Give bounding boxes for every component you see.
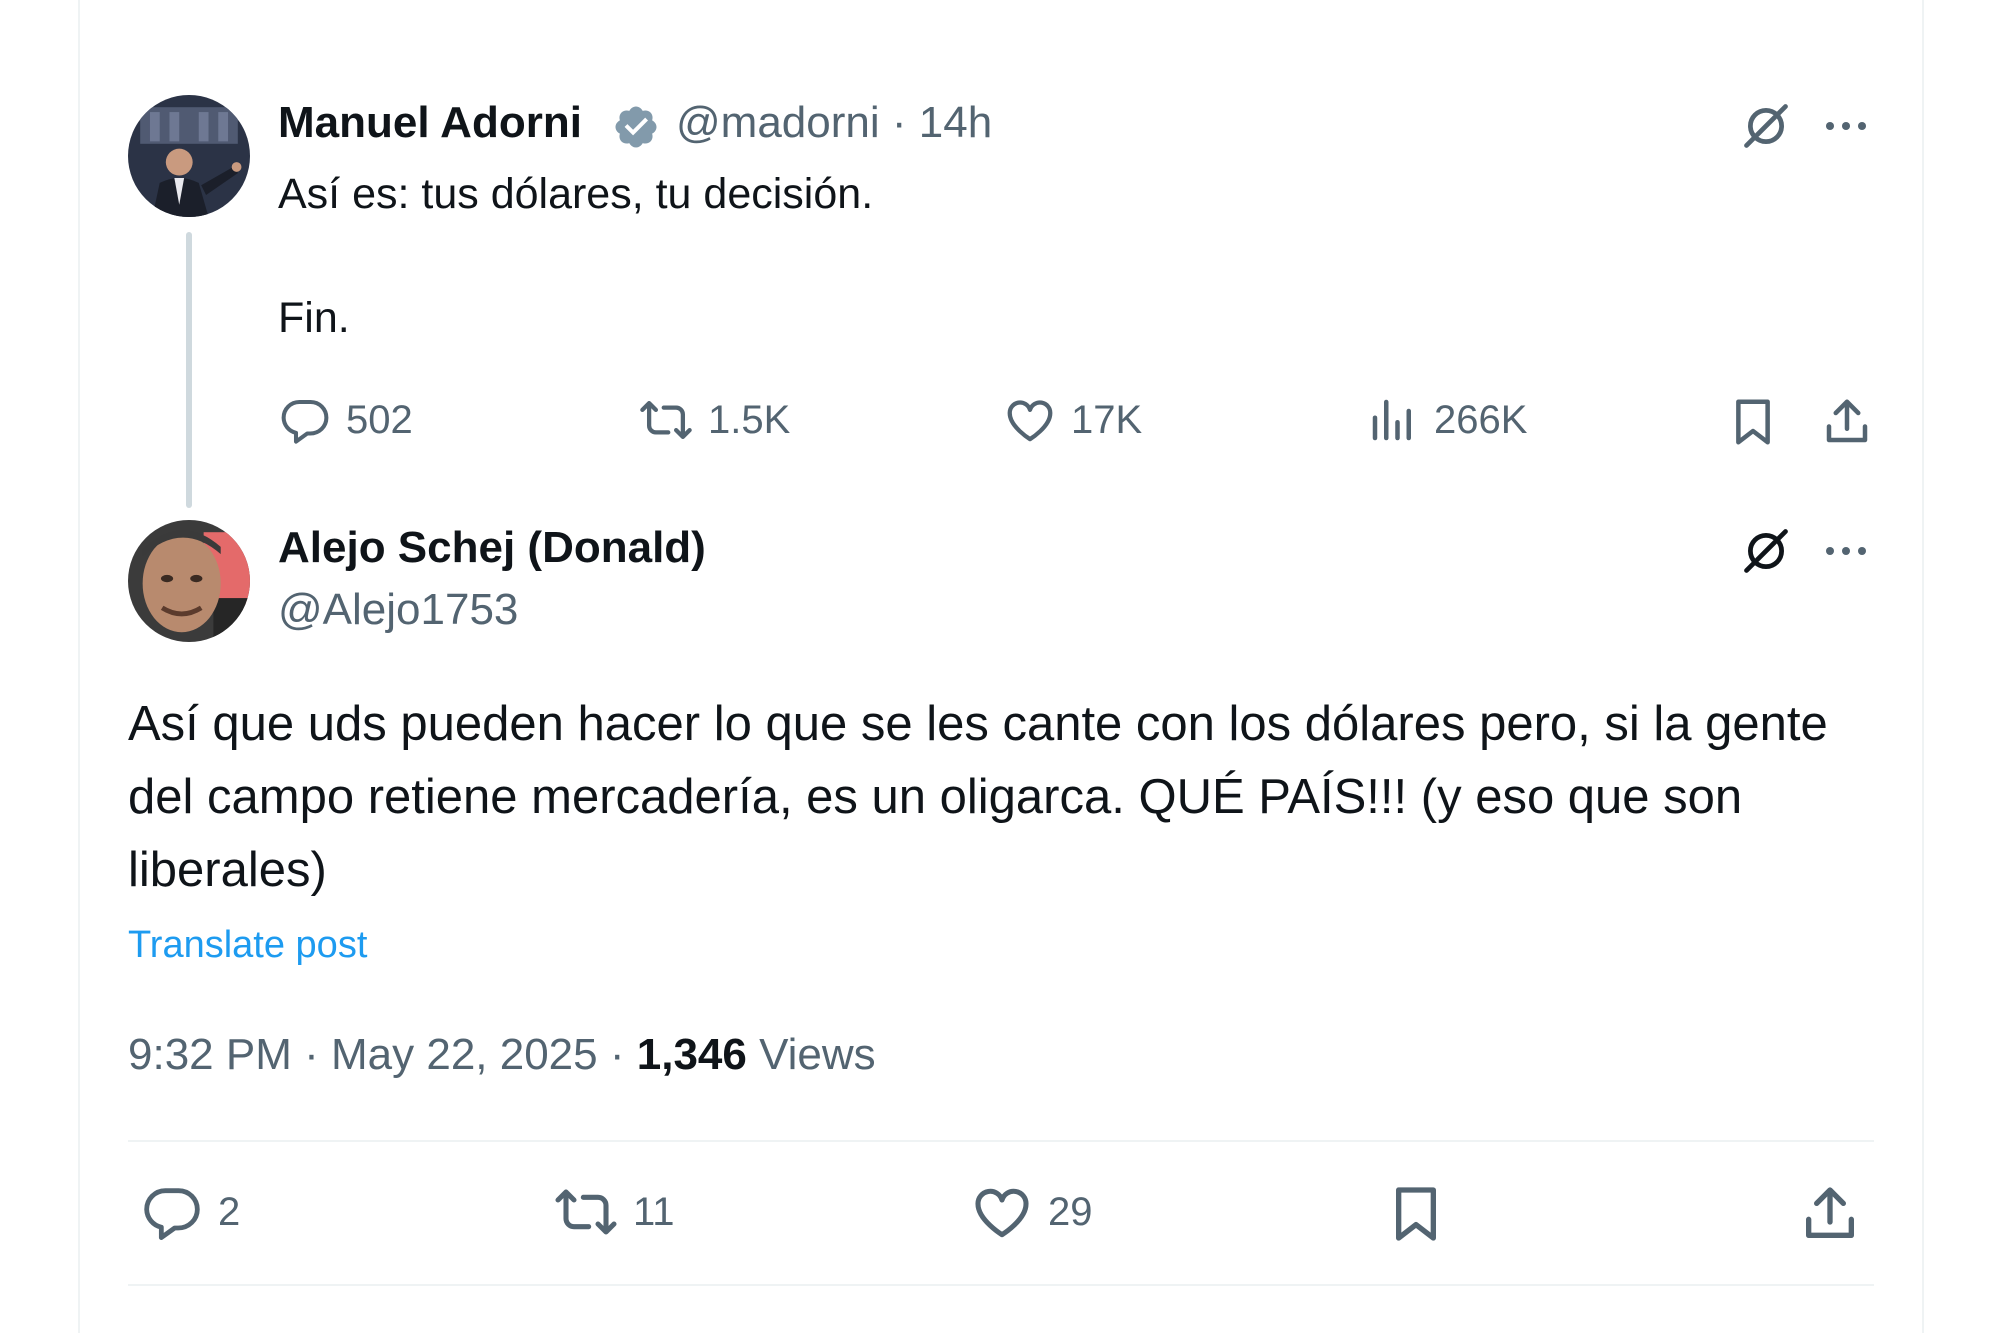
parent-bookmark-button[interactable] [1724, 393, 1782, 451]
avatar-image [128, 95, 250, 217]
main-handle[interactable]: @Alejo1753 [278, 585, 518, 635]
more-button[interactable] [1818, 98, 1874, 154]
thread-connector [186, 232, 192, 508]
main-share-button[interactable] [1796, 1180, 1864, 1248]
translate-post-link[interactable]: Translate post [128, 924, 367, 967]
grok-button[interactable] [1738, 98, 1794, 154]
parent-repost-button[interactable]: 1.5K [638, 393, 790, 447]
bookmark-icon [1736, 399, 1770, 445]
repost-icon [640, 400, 692, 440]
share-icon [1826, 399, 1868, 443]
parent-like-button[interactable]: 17K [1003, 393, 1142, 447]
main-reply-count: 2 [218, 1189, 241, 1234]
main-repost-button[interactable]: 11 [553, 1180, 675, 1244]
main-like-button[interactable]: 29 [970, 1180, 1093, 1244]
avatar-image [128, 520, 250, 642]
views-count: 1,346 [636, 1030, 747, 1079]
main-reply-button[interactable]: 2 [140, 1180, 240, 1244]
share-icon [1806, 1187, 1854, 1238]
dot-separator: · [304, 1030, 319, 1079]
repost-icon [555, 1189, 617, 1235]
main-like-count: 29 [1048, 1189, 1093, 1234]
post-timestamp-row: 9:32 PM · May 22, 2025 · 1,346 Views [128, 1030, 876, 1080]
main-bookmark-button[interactable] [1382, 1180, 1450, 1248]
parent-like-count: 17K [1071, 397, 1143, 442]
more-button[interactable] [1818, 523, 1874, 579]
avatar-alejo-schej[interactable] [128, 520, 250, 642]
verified-icon[interactable] [612, 103, 660, 151]
divider-bottom [128, 1284, 1874, 1286]
parent-post-text: Así es: tus dólares, tu decisión. Fin. [278, 170, 874, 342]
grok-button[interactable] [1738, 523, 1794, 579]
parent-meta: @madorni · 14h [676, 98, 992, 148]
reply-icon [144, 1188, 200, 1240]
parent-author-name[interactable]: Manuel Adorni [278, 98, 582, 148]
parent-views-button[interactable]: 266K [1366, 393, 1527, 447]
main-post-text: Así que uds pueden hacer lo que se les c… [128, 697, 1828, 897]
views-icon [1372, 399, 1411, 441]
grok-icon [1744, 104, 1788, 148]
post-time[interactable]: 9:32 PM [128, 1030, 292, 1079]
parent-repost-count: 1.5K [708, 397, 791, 442]
views-label: Views [759, 1030, 876, 1079]
post-date[interactable]: May 22, 2025 [331, 1030, 598, 1079]
divider-top [128, 1140, 1874, 1142]
bookmark-icon [1396, 1187, 1436, 1241]
more-icon [1826, 122, 1866, 130]
grok-icon [1744, 529, 1788, 573]
parent-views-count: 266K [1434, 397, 1528, 442]
parent-share-button[interactable] [1818, 393, 1876, 451]
like-icon [1007, 400, 1053, 442]
reply-icon [281, 399, 329, 444]
main-author-name[interactable]: Alejo Schej (Donald) [278, 523, 706, 573]
more-icon [1826, 547, 1866, 555]
main-repost-count: 11 [633, 1189, 675, 1234]
parent-handle[interactable]: @madorni [676, 98, 880, 147]
avatar-manuel-adorni[interactable] [128, 95, 250, 217]
dot-separator: · [609, 1030, 625, 1079]
parent-reply-count: 502 [346, 397, 413, 442]
meta-separator: · [891, 98, 907, 147]
like-icon [975, 1188, 1029, 1238]
parent-time[interactable]: 14h [919, 98, 992, 147]
parent-reply-button[interactable]: 502 [278, 393, 413, 447]
